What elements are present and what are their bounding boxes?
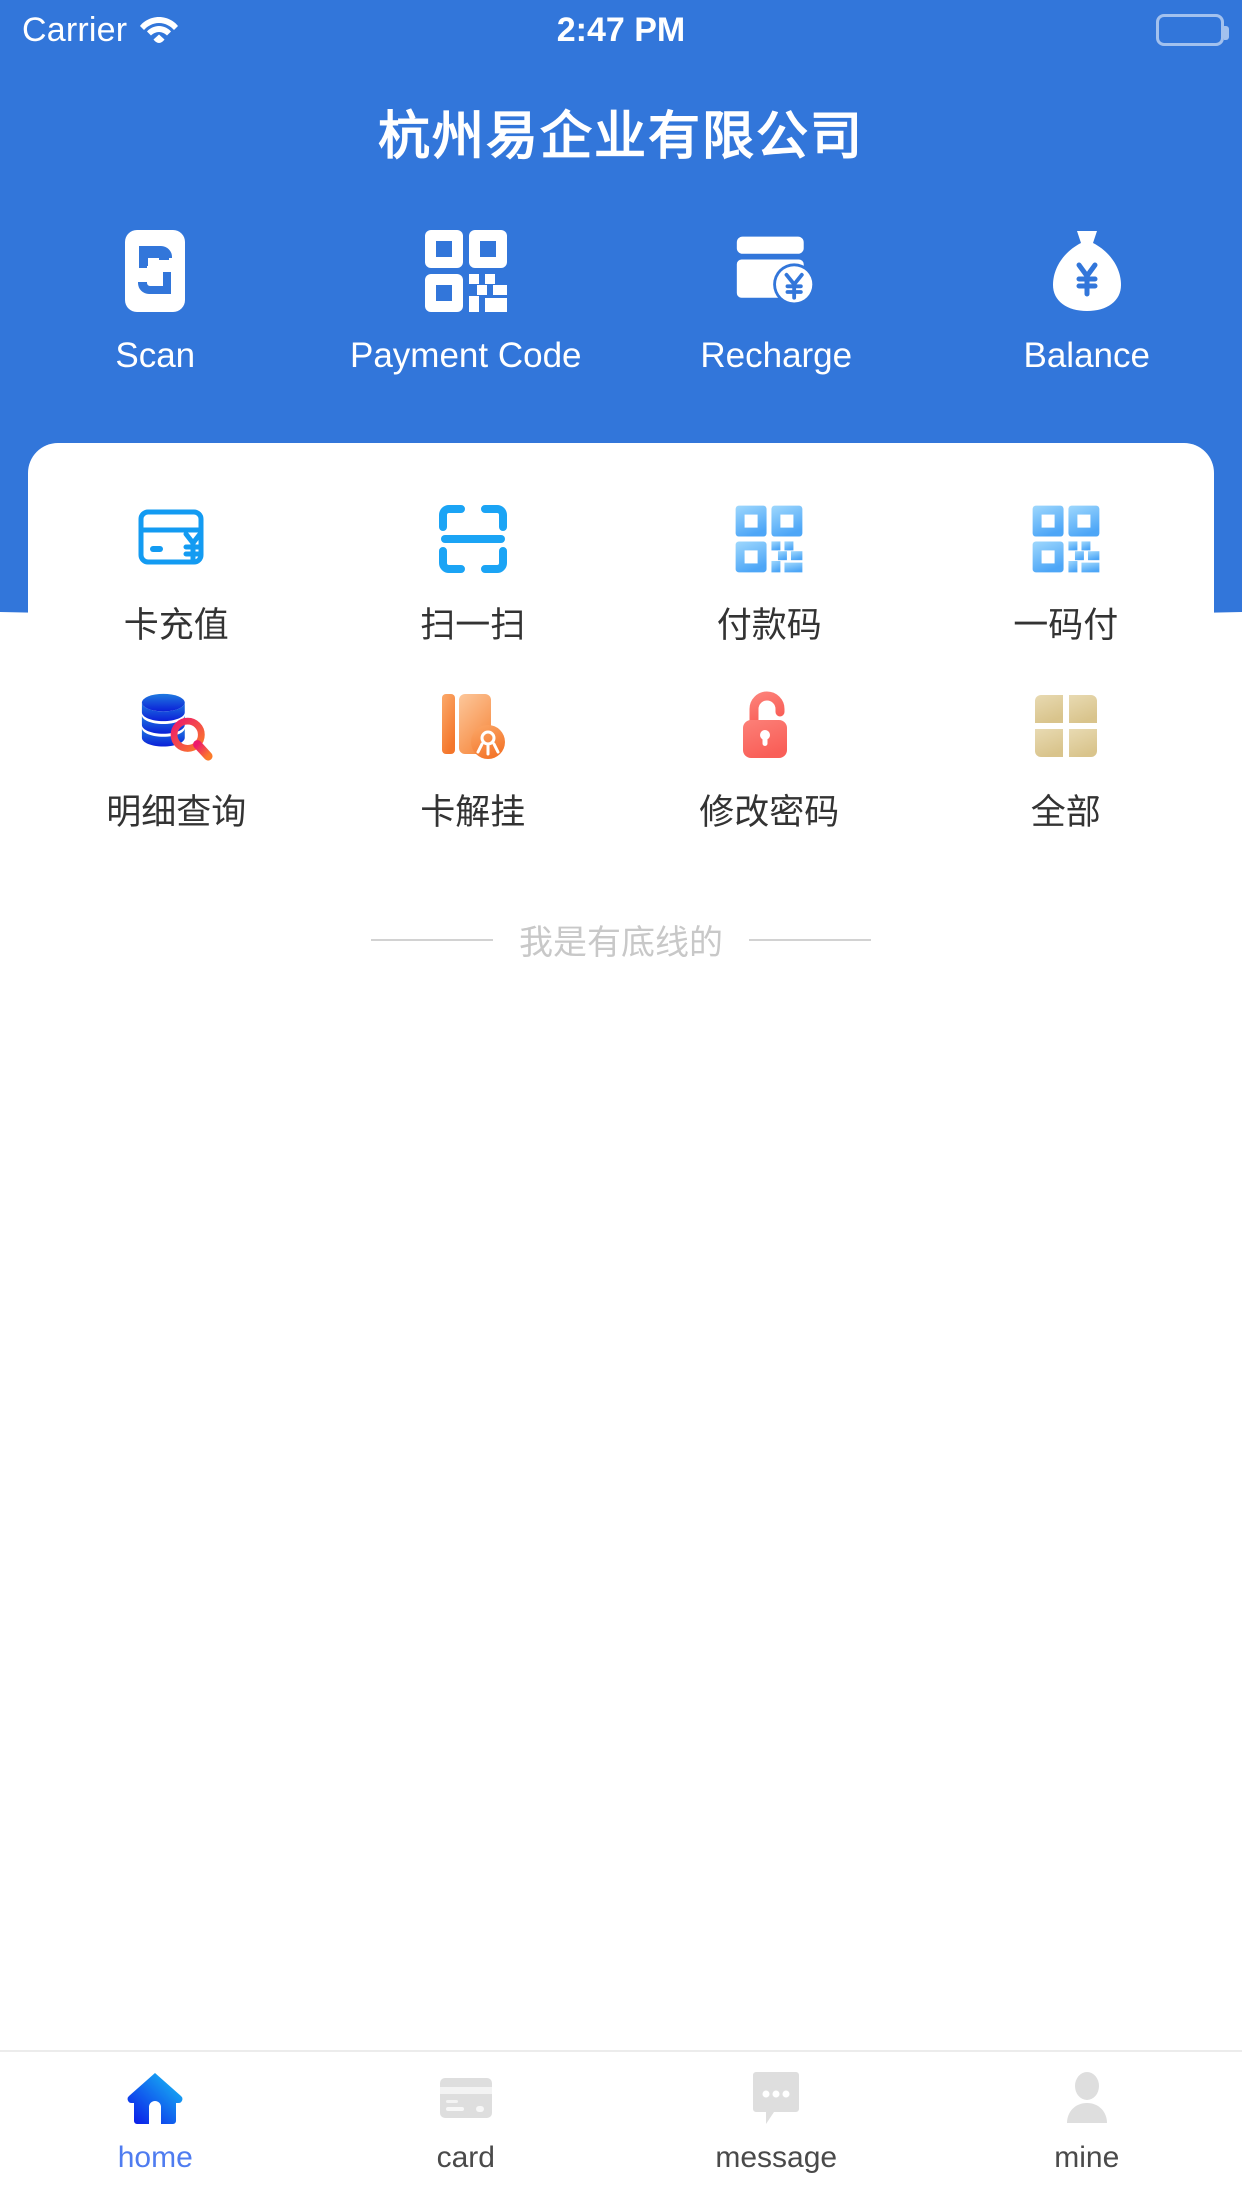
scan-frame-icon <box>435 501 511 577</box>
home-icon <box>126 2069 184 2127</box>
feature-transaction-query[interactable]: 明细查询 <box>28 670 325 857</box>
page-title: 杭州易企业有限公司 <box>377 108 864 166</box>
feature-card-unlock[interactable]: 卡解挂 <box>325 670 622 857</box>
feature-grid-row: 卡充值 扫一扫 付款码 一码付 <box>28 483 1214 670</box>
qr-code-icon <box>731 501 807 577</box>
feature-grid-card: 卡充值 扫一扫 付款码 一码付 明细查询 卡解挂 修改密码 全部 <box>28 443 1214 891</box>
qr-code-icon <box>1028 501 1104 577</box>
bottom-tab-bar: home card message mine <box>0 2050 1242 2208</box>
money-bag-yuan-icon <box>1044 228 1130 314</box>
grid-four-squares-icon <box>1028 688 1104 764</box>
feature-label: 卡充值 <box>123 606 229 646</box>
status-time: 2:47 PM <box>556 10 686 49</box>
credit-card-yuan-icon <box>138 501 214 577</box>
unlocked-padlock-icon <box>731 688 807 764</box>
quick-action-label: Payment Code <box>349 336 582 375</box>
quick-action-payment-code[interactable]: Payment Code <box>311 228 622 376</box>
quick-action-label: Scan <box>115 336 196 375</box>
tab-label: home <box>117 2141 193 2174</box>
tab-card[interactable]: card <box>311 2052 622 2208</box>
feature-change-password[interactable]: 修改密码 <box>621 670 918 857</box>
quick-action-balance[interactable]: Balance <box>932 228 1242 376</box>
quick-action-label: Balance <box>1023 336 1150 375</box>
divider-line-right <box>749 938 871 941</box>
card-unlock-orange-icon <box>435 688 511 764</box>
qr-code-icon <box>423 228 509 314</box>
tab-home[interactable]: home <box>0 2052 311 2208</box>
tab-mine[interactable]: mine <box>932 2052 1242 2208</box>
feature-scan[interactable]: 扫一扫 <box>325 483 622 670</box>
header-quick-actions: Scan Payment Code Recharge Balance <box>0 228 1242 376</box>
feature-label: 全部 <box>1030 793 1101 833</box>
feature-all[interactable]: 全部 <box>918 670 1215 857</box>
feature-label: 修改密码 <box>699 793 840 833</box>
feature-one-code-pay[interactable]: 一码付 <box>918 483 1215 670</box>
feature-label: 一码付 <box>1013 606 1119 646</box>
quick-action-label: Recharge <box>700 336 853 375</box>
tab-label: card <box>436 2141 495 2174</box>
tab-label: mine <box>1054 2141 1120 2174</box>
quick-action-recharge[interactable]: Recharge <box>621 228 932 376</box>
end-of-list-label: 我是有底线的 <box>519 923 723 963</box>
scan-exchange-icon <box>112 228 198 314</box>
feature-label: 明细查询 <box>106 793 247 833</box>
feature-label: 卡解挂 <box>420 793 526 833</box>
end-of-list-divider: 我是有底线的 <box>0 915 1242 964</box>
database-search-icon <box>138 688 214 764</box>
message-bubble-icon <box>747 2069 805 2127</box>
feature-label: 付款码 <box>716 606 822 646</box>
person-icon <box>1058 2069 1116 2127</box>
feature-grid-row: 明细查询 卡解挂 修改密码 全部 <box>28 670 1214 857</box>
quick-action-scan[interactable]: Scan <box>0 228 311 376</box>
feature-label: 扫一扫 <box>420 606 526 646</box>
app-screen: Carrier 2:47 PM 杭州易企业有限公司 Scan Payment C… <box>0 0 1242 2208</box>
divider-line-left <box>371 938 493 941</box>
status-bar-right <box>1156 14 1229 46</box>
tab-label: message <box>715 2141 838 2174</box>
feature-card-recharge[interactable]: 卡充值 <box>28 483 325 670</box>
card-yuan-icon <box>733 228 819 314</box>
battery-icon <box>1156 14 1229 46</box>
status-bar: Carrier 2:47 PM <box>0 0 1242 60</box>
feature-payment-code[interactable]: 付款码 <box>621 483 918 670</box>
tab-message[interactable]: message <box>621 2052 932 2208</box>
card-icon <box>437 2069 495 2127</box>
